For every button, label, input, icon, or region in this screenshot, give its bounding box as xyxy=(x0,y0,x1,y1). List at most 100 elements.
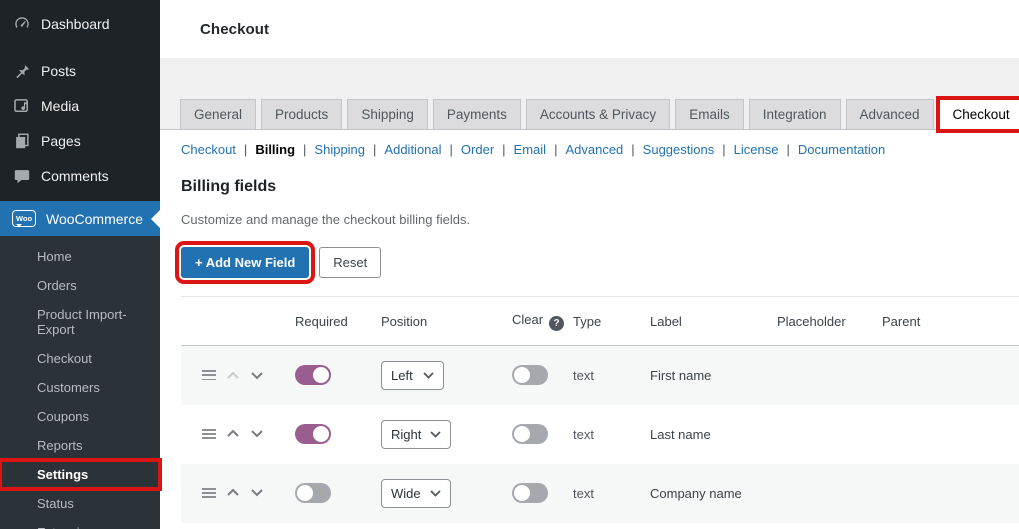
drag-handle-icon[interactable] xyxy=(202,428,216,440)
sidebar-item-dashboard[interactable]: Dashboard xyxy=(0,6,160,41)
pushpin-icon xyxy=(12,61,31,80)
subnav-advanced[interactable]: Advanced xyxy=(565,142,623,157)
submenu-item-orders[interactable]: Orders xyxy=(0,271,160,300)
tab-payments[interactable]: Payments xyxy=(432,99,521,130)
pages-icon xyxy=(12,131,31,150)
checkout-subnav: Checkout Billing Shipping Additional Ord… xyxy=(181,142,1019,157)
submenu-item-status[interactable]: Status xyxy=(0,489,160,518)
sidebar-item-label: Posts xyxy=(41,62,77,79)
controls-column-header xyxy=(181,296,295,346)
table-row-first-name: Left text First name xyxy=(181,345,1019,405)
required-column-header: Required xyxy=(295,296,381,346)
woocommerce-submenu: Home Orders Product Import-Export Checko… xyxy=(0,236,162,529)
move-down-icon[interactable] xyxy=(250,371,264,380)
field-type: text xyxy=(573,485,594,501)
sidebar-item-label: WooCommerce xyxy=(46,210,143,227)
section-description: Customize and manage the checkout billin… xyxy=(181,212,471,227)
submenu-item-reports[interactable]: Reports xyxy=(0,431,160,460)
subnav-suggestions[interactable]: Suggestions xyxy=(643,142,715,157)
drag-handle-icon[interactable] xyxy=(202,487,216,499)
chevron-down-icon xyxy=(430,430,441,438)
subnav-billing[interactable]: Billing xyxy=(255,142,295,157)
submenu-item-customers[interactable]: Customers xyxy=(0,373,160,402)
tab-integration[interactable]: Integration xyxy=(748,99,841,130)
tab-products[interactable]: Products xyxy=(261,99,343,130)
sidebar-item-label: Dashboard xyxy=(41,15,110,32)
subnav-documentation[interactable]: Documentation xyxy=(798,142,885,157)
subnav-shipping[interactable]: Shipping xyxy=(314,142,365,157)
add-new-field-button[interactable]: + Add New Field xyxy=(174,241,316,284)
table-row-company-name: Wide text Company name xyxy=(181,463,1019,523)
submenu-item-settings[interactable]: Settings xyxy=(0,458,162,491)
sidebar-item-media[interactable]: Media xyxy=(0,88,160,123)
reset-button[interactable]: Reset xyxy=(319,247,382,278)
tab-emails[interactable]: Emails xyxy=(675,99,744,130)
field-label: Company name xyxy=(650,485,742,501)
help-icon[interactable]: ? xyxy=(549,315,565,331)
media-icon xyxy=(12,96,31,115)
field-label: Last name xyxy=(650,426,711,442)
sidebar-item-label: Media xyxy=(41,97,80,114)
subnav-license[interactable]: License xyxy=(734,142,779,157)
position-select[interactable]: Right xyxy=(381,419,452,449)
tab-checkout[interactable]: Checkout xyxy=(935,96,1019,133)
sidebar-item-woocommerce[interactable]: Woo WooCommerce xyxy=(0,201,160,236)
chevron-down-icon xyxy=(429,489,441,497)
billing-fields-table: Required Position Clear? Type Label Plac… xyxy=(181,296,1019,523)
submenu-item-extensions[interactable]: Extensions xyxy=(0,518,160,529)
subnav-checkout[interactable]: Checkout xyxy=(181,142,236,157)
field-type: text xyxy=(573,367,594,383)
fields-toolbar: + Add New Field Reset xyxy=(174,241,1019,284)
position-column-header: Position xyxy=(381,296,512,346)
tab-advanced[interactable]: Advanced xyxy=(845,99,934,130)
move-down-icon[interactable] xyxy=(250,488,264,497)
type-column-header: Type xyxy=(573,296,650,346)
section-title: Billing fields xyxy=(181,178,277,195)
clear-column-header: Clear? xyxy=(512,296,573,346)
submenu-item-product-import-export[interactable]: Product Import-Export xyxy=(0,300,160,344)
required-toggle[interactable] xyxy=(295,424,331,444)
chevron-down-icon xyxy=(423,372,434,379)
main-content: Checkout General Products Shipping Payme… xyxy=(160,0,1019,529)
admin-sidebar: Dashboard Posts Media Pages Comments Woo… xyxy=(0,0,162,529)
subnav-additional[interactable]: Additional xyxy=(384,142,441,157)
comment-bubble-icon xyxy=(12,166,31,185)
page-title: Checkout xyxy=(200,20,270,38)
woocommerce-icon: Woo xyxy=(12,210,36,227)
field-label: First name xyxy=(650,367,712,383)
settings-tab-bar: General Products Shipping Payments Accou… xyxy=(160,58,1019,133)
drag-handle-icon[interactable] xyxy=(202,370,216,381)
required-toggle[interactable] xyxy=(295,483,331,503)
parent-column-header: Parent xyxy=(882,296,1019,346)
table-row-last-name: Right text Last name xyxy=(181,405,1019,464)
move-down-icon[interactable] xyxy=(250,429,264,438)
sidebar-item-comments[interactable]: Comments xyxy=(0,158,160,193)
clear-toggle[interactable] xyxy=(512,424,548,444)
dashboard-icon xyxy=(12,14,31,33)
subnav-email[interactable]: Email xyxy=(514,142,547,157)
tab-shipping[interactable]: Shipping xyxy=(347,99,428,130)
subnav-order[interactable]: Order xyxy=(461,142,494,157)
table-header-row: Required Position Clear? Type Label Plac… xyxy=(181,296,1019,346)
position-select[interactable]: Wide xyxy=(381,478,451,508)
label-column-header: Label xyxy=(650,296,777,346)
sidebar-item-label: Pages xyxy=(41,132,81,149)
clear-toggle[interactable] xyxy=(512,365,548,386)
move-up-icon[interactable] xyxy=(226,371,240,380)
submenu-item-home[interactable]: Home xyxy=(0,242,160,271)
field-type: text xyxy=(573,426,594,442)
sidebar-item-label: Comments xyxy=(41,167,109,184)
submenu-item-coupons[interactable]: Coupons xyxy=(0,402,160,431)
clear-toggle[interactable] xyxy=(512,483,548,503)
tab-general[interactable]: General xyxy=(180,99,257,130)
tab-accounts-privacy[interactable]: Accounts & Privacy xyxy=(525,99,671,130)
page-header: Checkout xyxy=(160,0,1019,58)
move-up-icon[interactable] xyxy=(226,488,240,497)
current-menu-arrow xyxy=(151,209,160,228)
submenu-item-checkout[interactable]: Checkout xyxy=(0,344,160,373)
required-toggle[interactable] xyxy=(295,365,331,386)
move-up-icon[interactable] xyxy=(226,429,240,438)
sidebar-item-posts[interactable]: Posts xyxy=(0,53,160,88)
sidebar-item-pages[interactable]: Pages xyxy=(0,123,160,158)
position-select[interactable]: Left xyxy=(381,360,444,390)
